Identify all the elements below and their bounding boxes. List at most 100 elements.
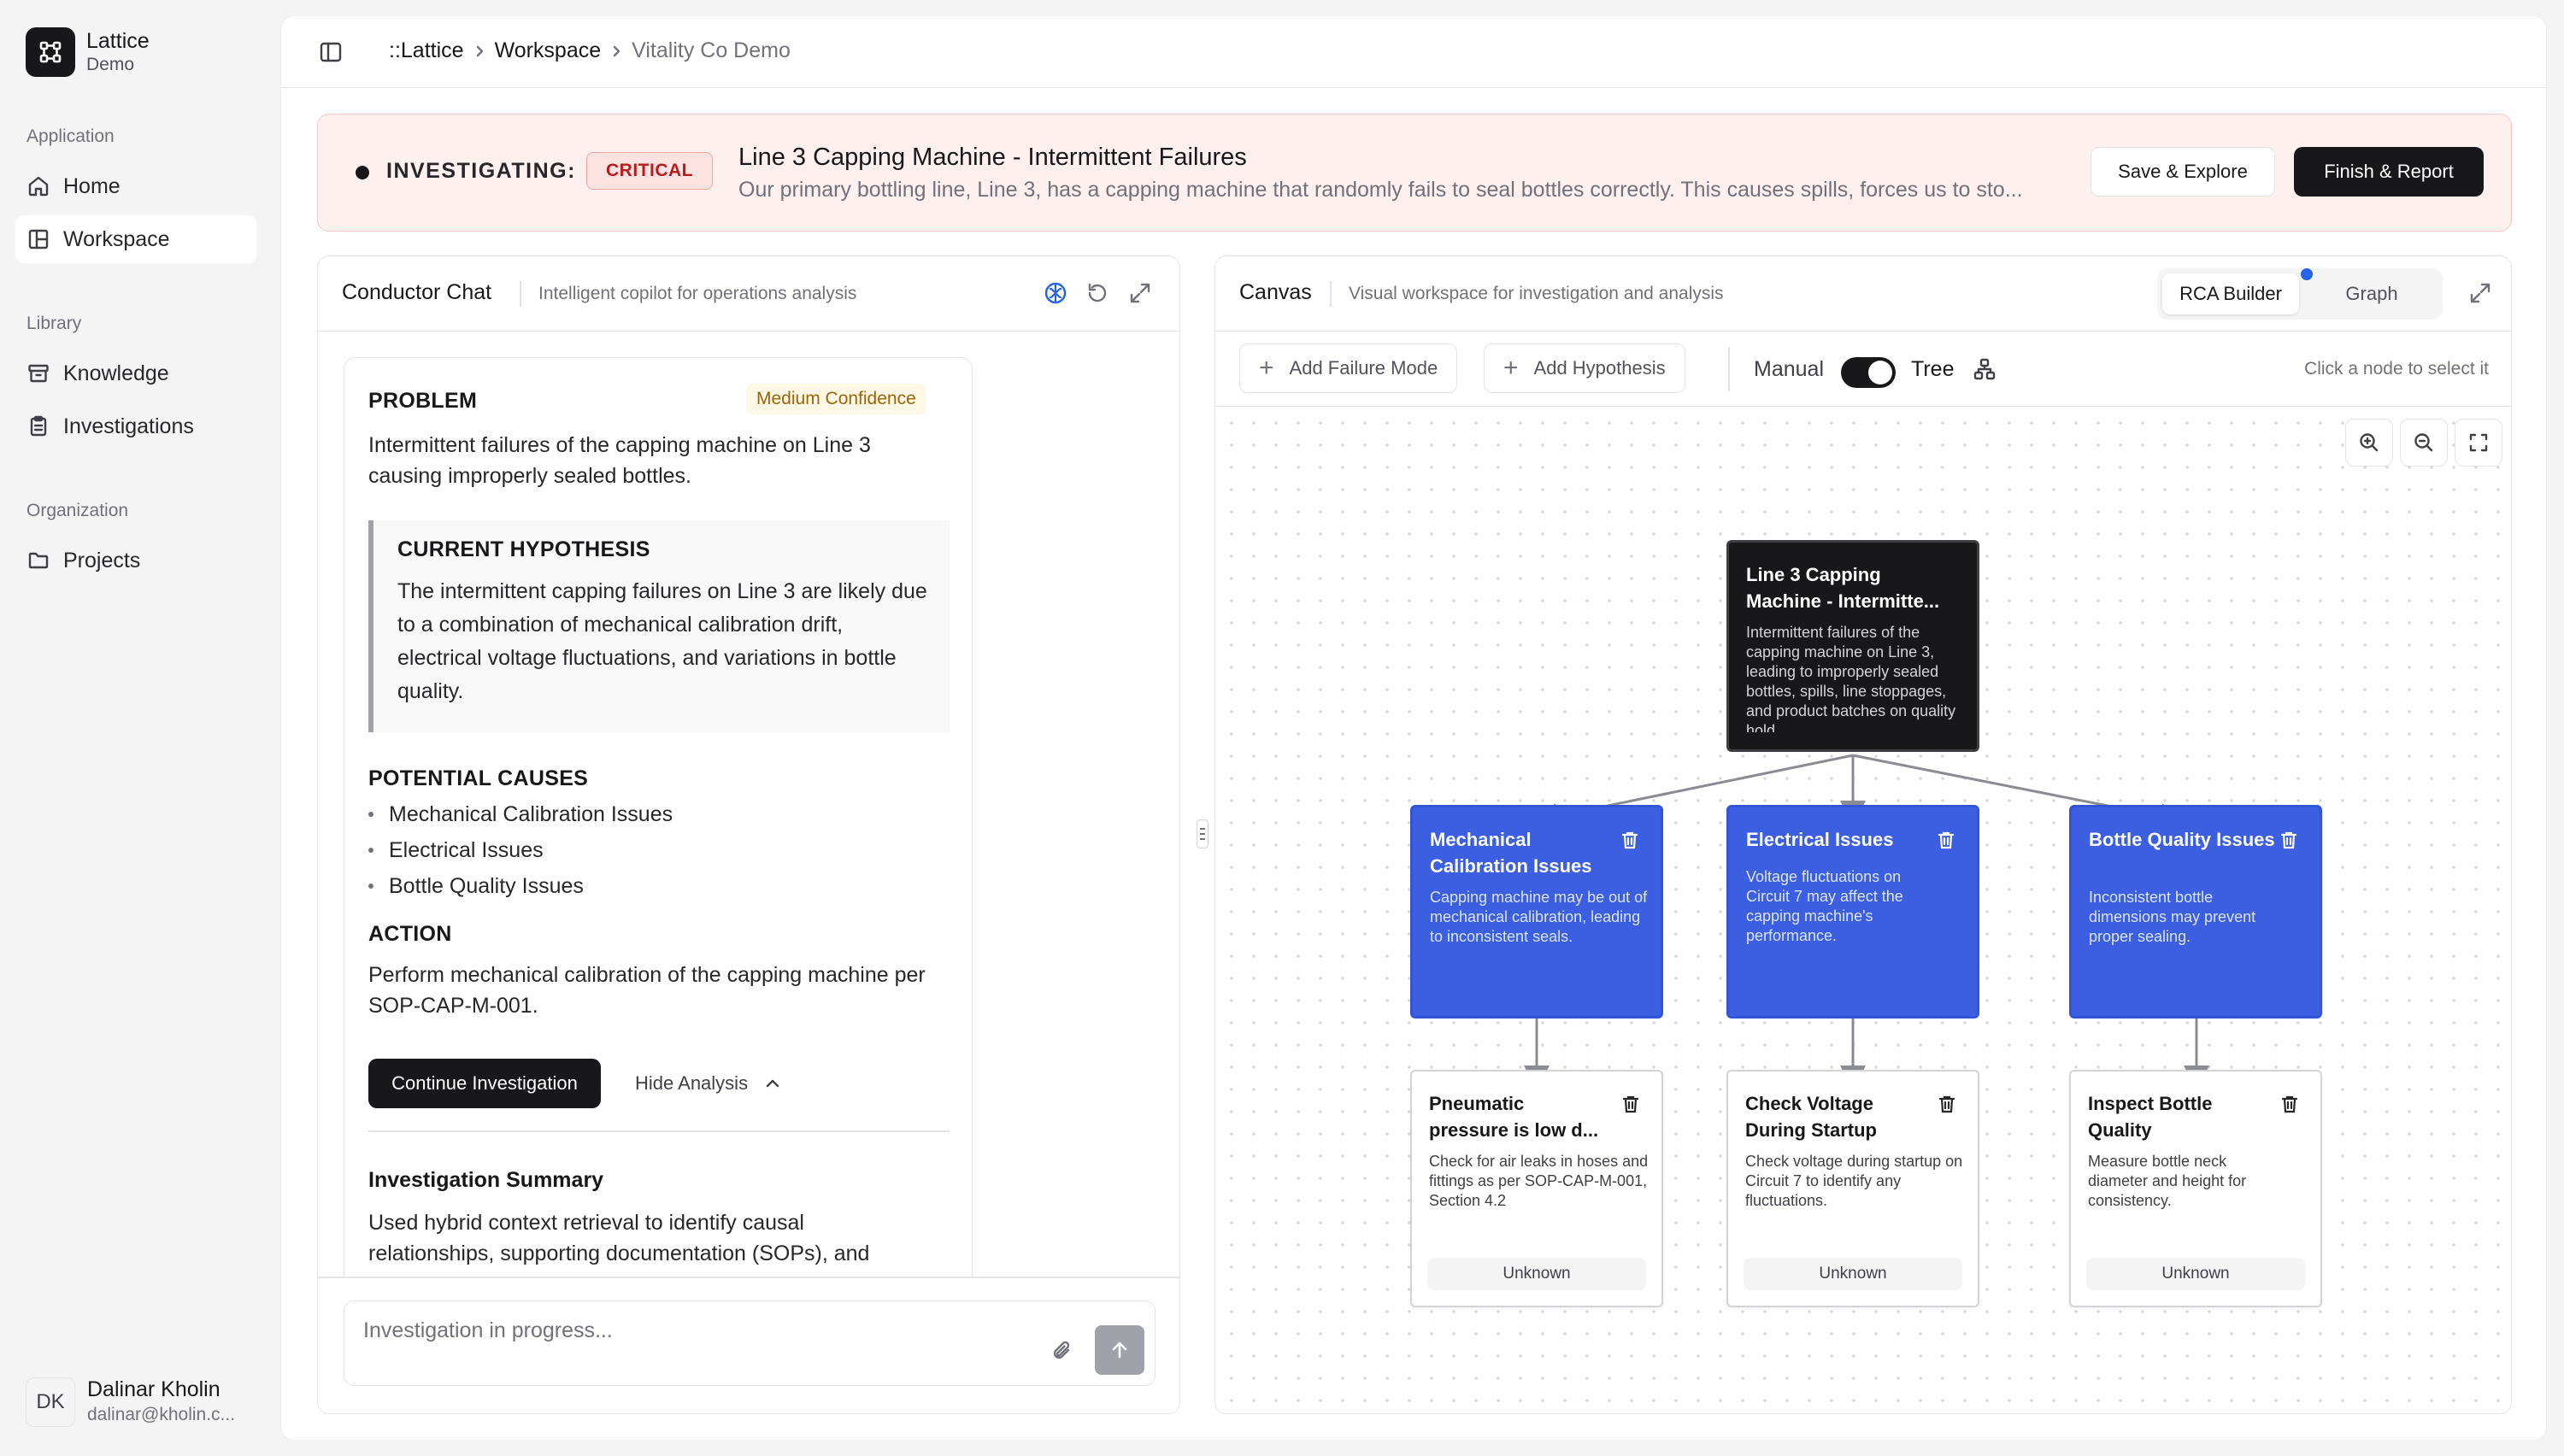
trash-icon[interactable] (1620, 830, 1640, 850)
sidebar-item-workspace[interactable]: Workspace (15, 215, 256, 263)
continue-investigation-button[interactable]: Continue Investigation (368, 1059, 601, 1108)
sidebar-item-label: Home (63, 173, 121, 198)
add-failure-mode-button[interactable]: + Add Failure Mode (1239, 343, 1458, 393)
cause-label: Bottle Quality Issues (389, 873, 584, 898)
paperclip-icon[interactable] (1050, 1339, 1076, 1365)
hypothesis-box: CURRENT HYPOTHESIS The intermittent capp… (368, 520, 950, 732)
sidebar-toggle-icon[interactable] (319, 40, 343, 64)
hypothesis-node[interactable]: Check Voltage During Startup Check volta… (1726, 1070, 1979, 1307)
status-badge: Unknown (2086, 1258, 2305, 1290)
canvas-hint: Click a node to select it (2304, 359, 2489, 379)
failure-mode-node[interactable]: Electrical Issues Voltage fluctuations o… (1726, 805, 1979, 1019)
sidebar-item-label: Projects (63, 548, 141, 572)
chat-subtitle: Intelligent copilot for operations analy… (538, 284, 857, 303)
plus-icon: + (1259, 354, 1274, 382)
status-label: INVESTIGATING: (386, 159, 576, 183)
layout-mode-toggle[interactable] (1841, 357, 1896, 388)
section-label-library: Library (26, 314, 82, 333)
add-hypothesis-label: Add Hypothesis (1533, 357, 1666, 379)
problem-text: Intermittent failures of the capping mac… (368, 433, 871, 488)
app-subtitle: Demo (86, 55, 135, 74)
summary-heading: Investigation Summary (368, 1168, 604, 1192)
sidebar-item-projects[interactable]: Projects (15, 537, 256, 584)
tab-rca-builder[interactable]: RCA Builder (2162, 273, 2299, 314)
node-title: Electrical Issues (1746, 829, 1894, 850)
divider (1728, 347, 1730, 391)
hide-analysis-label: Hide Analysis (635, 1072, 749, 1094)
node-title: Mechanical Calibration Issues (1430, 829, 1592, 877)
layout-icon (28, 229, 49, 250)
investigation-banner: INVESTIGATING: CRITICAL Line 3 Capping M… (317, 114, 2512, 232)
chat-input-placeholder: Investigation in progress... (363, 1318, 613, 1342)
conductor-chat-panel: Conductor Chat Intelligent copilot for o… (317, 255, 1180, 1414)
node-description: Measure bottle neck diameter and height … (2088, 1153, 2247, 1209)
expand-icon[interactable] (2468, 281, 2492, 305)
trash-icon[interactable] (1936, 830, 1956, 850)
clipboard-icon (30, 415, 47, 437)
node-description: Intermittent failures of the capping mac… (1746, 624, 1956, 732)
divider (1330, 281, 1332, 307)
section-label-application: Application (26, 126, 115, 146)
root-node[interactable]: Line 3 Capping Machine - Intermitte... I… (1726, 540, 1979, 752)
node-title: Inspect Bottle Quality (2088, 1093, 2213, 1141)
add-hypothesis-button[interactable]: + Add Hypothesis (1484, 343, 1685, 393)
node-title: Pneumatic pressure is low d... (1429, 1093, 1599, 1141)
node-description: Inconsistent bottle dimensions may preve… (2089, 889, 2256, 945)
sidebar-item-knowledge[interactable]: Knowledge (15, 349, 256, 397)
panel-resize-handle[interactable] (1197, 819, 1208, 848)
expand-icon[interactable] (1128, 281, 1152, 305)
sidebar-item-investigations[interactable]: Investigations (15, 402, 256, 450)
failure-mode-node[interactable]: Bottle Quality Issues Inconsistent bottl… (2069, 805, 2322, 1019)
trash-icon[interactable] (1937, 1094, 1957, 1114)
status-badge: Unknown (1427, 1258, 1646, 1290)
refresh-icon[interactable] (1085, 281, 1109, 305)
status-dot (356, 166, 369, 179)
brain-icon[interactable] (1043, 280, 1068, 306)
finish-report-button[interactable]: Finish & Report (2294, 147, 2484, 197)
mode-manual-label: Manual (1754, 357, 1824, 381)
chat-header: Conductor Chat Intelligent copilot for o… (318, 256, 1179, 332)
severity-badge: CRITICAL (586, 152, 713, 190)
chevron-right-icon (476, 45, 483, 56)
cause-label: Mechanical Calibration Issues (389, 801, 673, 826)
divider (368, 1130, 950, 1132)
hypothesis-heading: CURRENT HYPOTHESIS (397, 537, 650, 561)
canvas-area[interactable]: Line 3 Capping Machine - Intermitte... I… (1215, 407, 2511, 1413)
hypothesis-node[interactable]: Pneumatic pressure is low d... Check for… (1410, 1070, 1663, 1307)
section-label-organization: Organization (26, 501, 129, 520)
node-title: Check Voltage During Startup (1745, 1093, 1877, 1141)
trash-icon[interactable] (2279, 1094, 2300, 1114)
hypothesis-node[interactable]: Inspect Bottle Quality Measure bottle ne… (2069, 1070, 2322, 1307)
sidebar-item-home[interactable]: Home (15, 162, 256, 210)
list-item: Mechanical Calibration Issues (368, 796, 673, 833)
causes-heading: POTENTIAL CAUSES (368, 766, 589, 790)
breadcrumb-root[interactable]: ::Lattice (389, 38, 464, 63)
view-switcher: RCA Builder Graph (2157, 268, 2443, 320)
user-profile[interactable]: DK Dalinar Kholin dalinar@kholin.c... (26, 1377, 248, 1429)
archive-icon (28, 364, 49, 383)
canvas-title: Canvas (1239, 280, 1312, 304)
breadcrumb-workspace[interactable]: Workspace (495, 38, 602, 63)
failure-mode-node[interactable]: Mechanical Calibration Issues Capping ma… (1410, 805, 1663, 1019)
list-item: Bottle Quality Issues (368, 867, 584, 905)
confidence-badge: Medium Confidence (746, 384, 926, 414)
home-icon (28, 176, 49, 197)
tree-icon (1973, 358, 1996, 380)
send-button[interactable] (1095, 1325, 1144, 1375)
hide-analysis-button[interactable]: Hide Analysis (635, 1072, 782, 1095)
save-explore-button[interactable]: Save & Explore (2091, 147, 2275, 197)
chat-input[interactable]: Investigation in progress... (344, 1300, 1156, 1386)
trash-icon[interactable] (2279, 830, 2299, 850)
mode-tree-label: Tree (1911, 357, 1955, 381)
app-logo[interactable] (26, 27, 75, 77)
folder-icon (28, 552, 49, 569)
app-name: Lattice (86, 29, 150, 53)
divider (318, 1277, 1179, 1278)
tab-graph[interactable]: Graph (2308, 273, 2436, 314)
main-panel: ::Lattice Workspace Vitality Co Demo INV… (280, 15, 2547, 1441)
user-name: Dalinar Kholin (87, 1377, 221, 1401)
node-description: Voltage fluctuations on Circuit 7 may af… (1746, 868, 1903, 944)
trash-icon[interactable] (1620, 1094, 1641, 1114)
chevron-right-icon (613, 45, 620, 56)
plus-icon: + (1503, 354, 1519, 382)
